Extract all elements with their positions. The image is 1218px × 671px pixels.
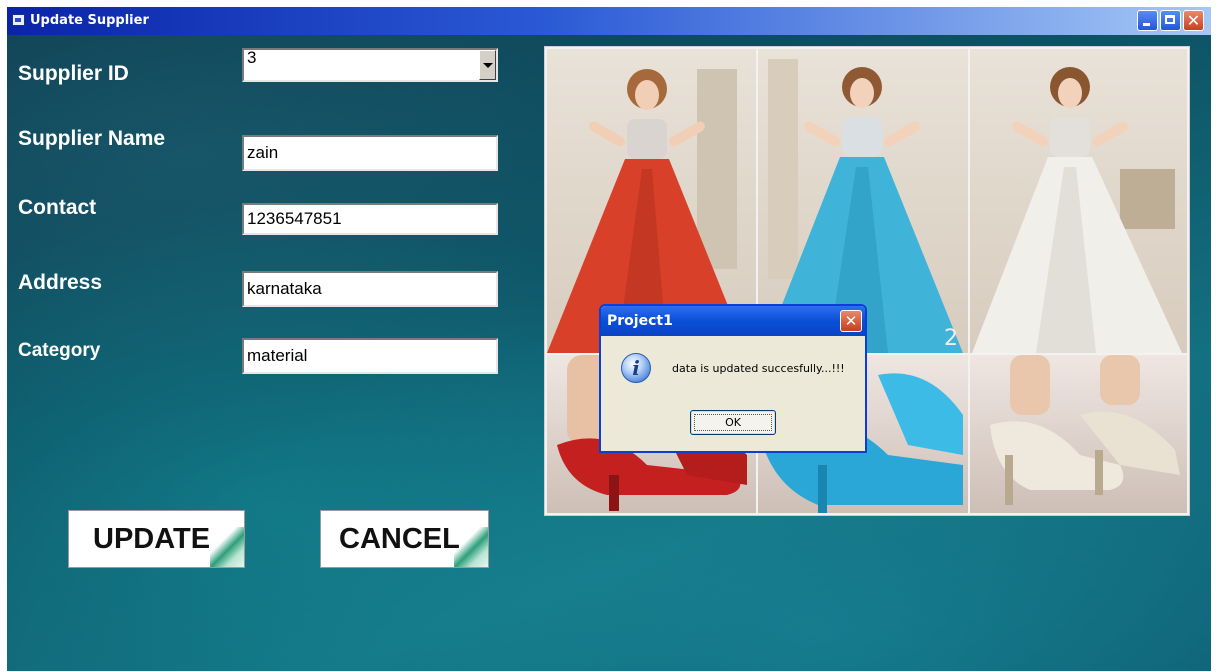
info-icon: i xyxy=(621,353,651,383)
category-field[interactable] xyxy=(242,338,498,374)
panel-number: 2 xyxy=(944,326,958,351)
minimize-button[interactable] xyxy=(1137,10,1158,31)
white-heels-photo xyxy=(970,355,1187,513)
dialog-title: Project1 xyxy=(607,313,673,329)
supplier-id-label: Supplier ID xyxy=(18,62,129,85)
category-label: Category xyxy=(18,340,101,361)
address-field[interactable] xyxy=(242,271,498,307)
ok-button[interactable]: OK xyxy=(690,410,776,435)
button-decoration-icon xyxy=(210,527,244,567)
supplier-name-label: Supplier Name xyxy=(18,127,166,150)
button-decoration-icon xyxy=(454,527,488,567)
update-button-label: UPDATE xyxy=(93,523,211,555)
window-title: Update Supplier xyxy=(30,13,149,28)
contact-field[interactable] xyxy=(242,203,498,235)
dialog-title-bar[interactable]: Project1 ✕ xyxy=(601,306,865,336)
message-dialog: Project1 ✕ i data is updated succesfully… xyxy=(599,304,867,453)
title-bar[interactable]: Update Supplier ✕ xyxy=(7,7,1211,35)
white-dress-photo xyxy=(970,49,1187,353)
update-button[interactable]: UPDATE xyxy=(68,510,245,568)
address-label: Address xyxy=(18,271,103,294)
maximize-icon xyxy=(1165,15,1175,24)
chevron-down-icon[interactable] xyxy=(479,50,496,80)
close-icon: ✕ xyxy=(1186,11,1201,30)
supplier-id-value: 3 xyxy=(247,48,257,67)
minimize-icon xyxy=(1143,23,1150,26)
supplier-name-field[interactable] xyxy=(242,135,498,171)
dialog-message: data is updated succesfully...!!! xyxy=(672,362,845,375)
maximize-button[interactable] xyxy=(1160,10,1181,31)
cancel-button[interactable]: CANCEL xyxy=(320,510,489,568)
cancel-button-label: CANCEL xyxy=(339,523,460,555)
contact-label: Contact xyxy=(18,196,97,219)
close-button[interactable]: ✕ xyxy=(1183,10,1204,31)
dialog-close-button[interactable]: ✕ xyxy=(840,310,862,332)
supplier-id-combo[interactable]: 3 xyxy=(242,48,498,82)
window-app-icon xyxy=(12,14,25,26)
